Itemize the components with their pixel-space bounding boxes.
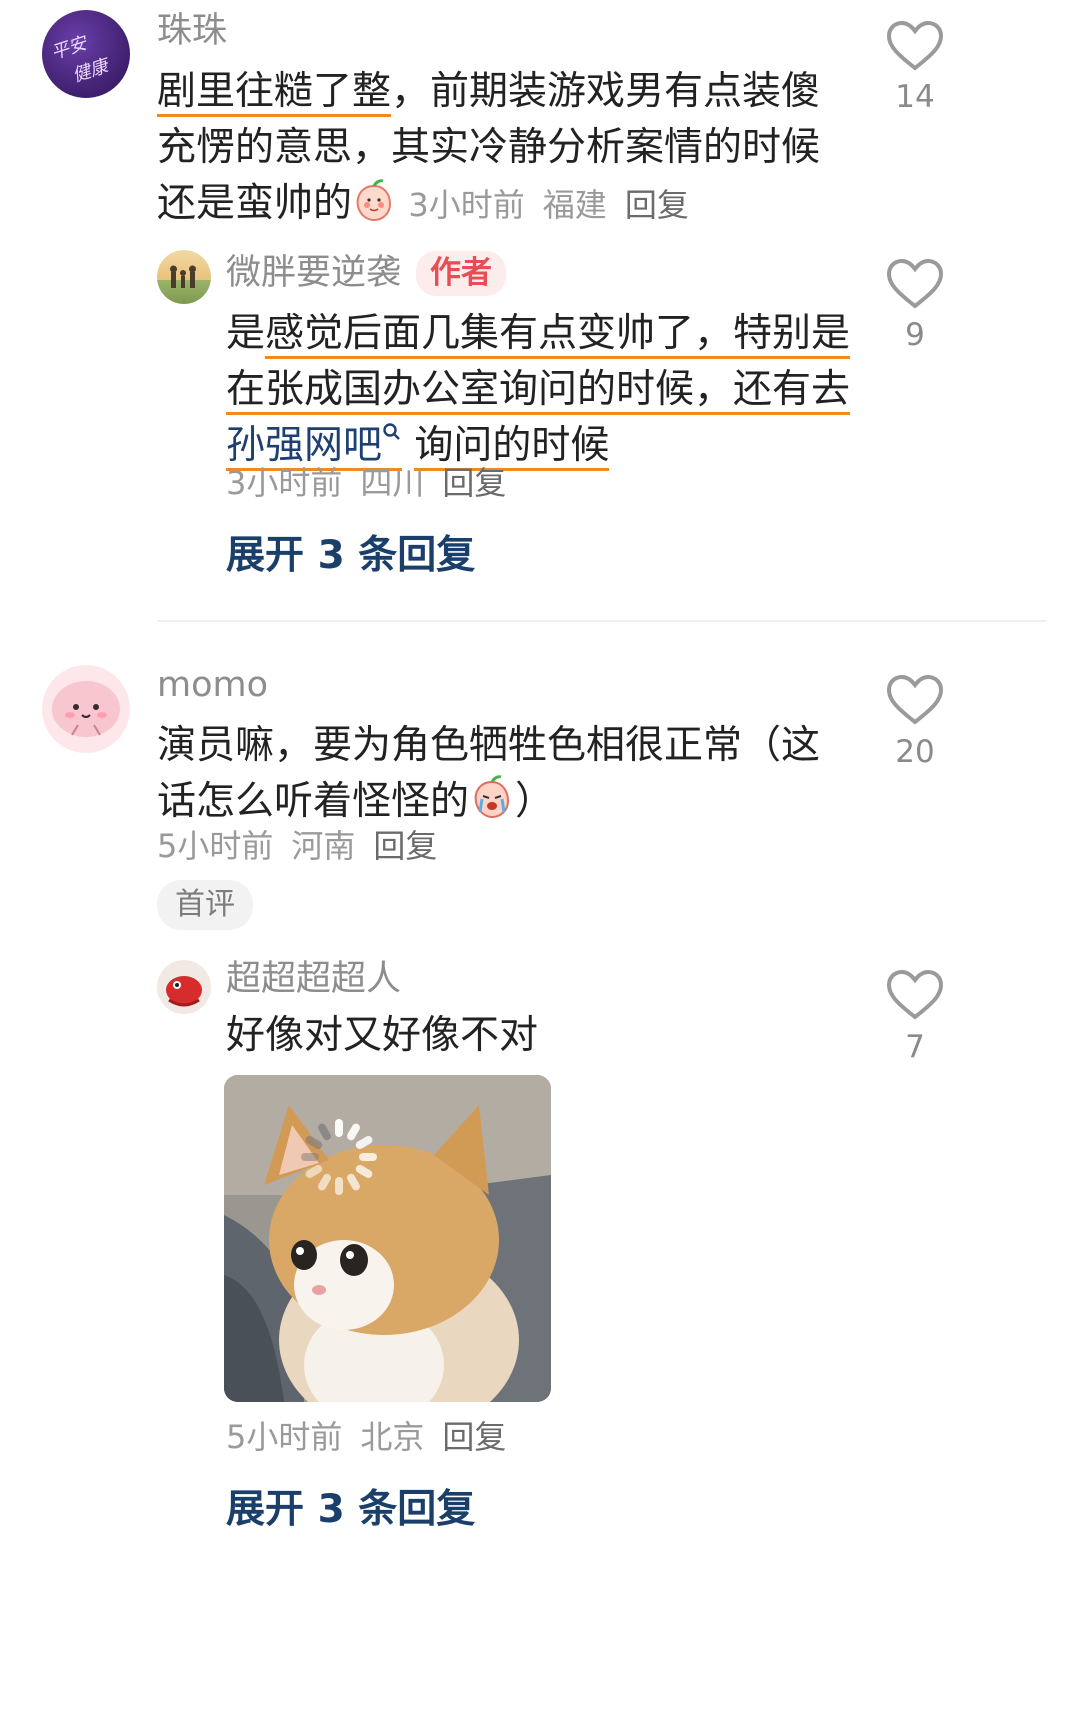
heart-outline-icon bbox=[886, 20, 944, 71]
highlighted-phrase[interactable]: 感觉后面几集有点变帅了，特别是 bbox=[265, 311, 851, 359]
comment-location: 河南 bbox=[291, 827, 356, 865]
reply-time: 5小时前 bbox=[226, 1418, 343, 1456]
like-button[interactable] bbox=[885, 258, 945, 310]
comment-line-2: 充愣的意思，其实冷静分析案情的时候 bbox=[157, 125, 821, 170]
avatar[interactable]: 平安 健康 bbox=[42, 10, 130, 98]
avatar-text-2: 健康 bbox=[70, 55, 114, 87]
comment-line-2: 话怎么听着怪怪的 ） bbox=[157, 774, 820, 830]
peach-blush-emoji bbox=[356, 179, 392, 222]
expand-replies-button[interactable]: 展开 3 条回复 bbox=[226, 536, 475, 575]
comment-meta: 3小时前 福建 回复 bbox=[408, 186, 706, 224]
reply-line-1-prefix: 是 bbox=[226, 311, 266, 356]
reply-image[interactable] bbox=[224, 1075, 551, 1402]
calligraphy-avatar-art: 平安 健康 bbox=[49, 32, 114, 87]
comment-line-1-rest: ，前期装游戏男有点装傻 bbox=[391, 69, 821, 114]
comment-username[interactable]: 珠珠 bbox=[157, 14, 227, 49]
reply-button[interactable]: 回复 bbox=[442, 464, 506, 502]
like-button[interactable] bbox=[885, 20, 945, 72]
avatar[interactable] bbox=[42, 665, 130, 753]
avatar-text-1: 平安 bbox=[49, 32, 92, 64]
reply-button[interactable]: 回复 bbox=[625, 186, 689, 224]
reply-body: 是感觉后面几集有点变帅了，特别是 在张成国办公室询问的时候，还有去 孙强网吧 询… bbox=[226, 306, 851, 474]
heart-outline-icon bbox=[886, 969, 944, 1020]
reply-username[interactable]: 微胖要逆袭 bbox=[226, 256, 401, 291]
comment-body: 剧里往糙了整，前期装游戏男有点装傻 充愣的意思，其实冷静分析案情的时候 还是蛮帅… bbox=[157, 64, 820, 232]
comment-username[interactable]: momo bbox=[157, 668, 268, 703]
expand-replies-button[interactable]: 展开 3 条回复 bbox=[226, 1490, 475, 1529]
pink-blob-avatar-art bbox=[52, 681, 120, 737]
family-photo-art bbox=[170, 265, 196, 288]
reply-avatar[interactable] bbox=[157, 250, 211, 304]
search-mini-icon bbox=[383, 423, 400, 440]
reply-location: 四川 bbox=[360, 464, 425, 502]
reply-button[interactable]: 回复 bbox=[442, 1418, 506, 1456]
reply-username[interactable]: 超超超超人 bbox=[226, 962, 401, 997]
comment-time: 3小时前 bbox=[408, 186, 525, 224]
highlighted-phrase[interactable]: 在张成国办公室询问的时候，还有去 bbox=[226, 367, 851, 415]
first-comment-badge: 首评 bbox=[157, 880, 253, 930]
comment-meta: 5小时前 河南 回复 bbox=[157, 830, 455, 862]
reply-location: 北京 bbox=[360, 1418, 425, 1456]
comment-line-2-text: 话怎么听着怪怪的 bbox=[157, 779, 470, 824]
divider bbox=[157, 620, 1047, 622]
reply-avatar[interactable] bbox=[157, 960, 211, 1014]
red-toy-avatar-art bbox=[166, 976, 202, 1007]
comment-line-1: 演员嘛，要为角色牺牲色相很正常（这 bbox=[157, 723, 821, 768]
comment-line-3: 还是蛮帅的 3小时前 福建 回复 bbox=[157, 176, 820, 232]
like-count: 14 bbox=[895, 79, 935, 115]
heart-outline-icon bbox=[886, 674, 944, 725]
reply-meta: 3小时前 四川 回复 bbox=[226, 467, 524, 499]
reply-body: 好像对又好像不对 bbox=[226, 1013, 539, 1058]
highlighted-phrase[interactable]: 剧里往糙了整 bbox=[157, 69, 392, 117]
like-button[interactable] bbox=[885, 969, 945, 1021]
comment-line-3-text: 还是蛮帅的 bbox=[157, 181, 353, 226]
comment-location: 福建 bbox=[542, 186, 607, 224]
search-link-text: 孙强网吧 bbox=[226, 423, 383, 468]
reply-time: 3小时前 bbox=[226, 464, 343, 502]
reply-button[interactable]: 回复 bbox=[373, 827, 437, 865]
comment-body: 演员嘛，要为角色牺牲色相很正常（这 话怎么听着怪怪的 ） bbox=[157, 718, 820, 830]
like-count: 7 bbox=[905, 1029, 925, 1065]
reply-meta: 5小时前 北京 回复 bbox=[226, 1421, 524, 1453]
author-tag: 作者 bbox=[416, 251, 506, 296]
heart-outline-icon bbox=[886, 258, 944, 309]
peach-crying-emoji bbox=[474, 775, 510, 819]
like-count: 20 bbox=[895, 734, 935, 770]
comment-time: 5小时前 bbox=[157, 827, 274, 865]
like-button[interactable] bbox=[885, 674, 945, 726]
like-count: 9 bbox=[905, 317, 925, 353]
loading-cat-meme bbox=[224, 1075, 551, 1402]
comment-line-2-end: ） bbox=[515, 779, 555, 824]
